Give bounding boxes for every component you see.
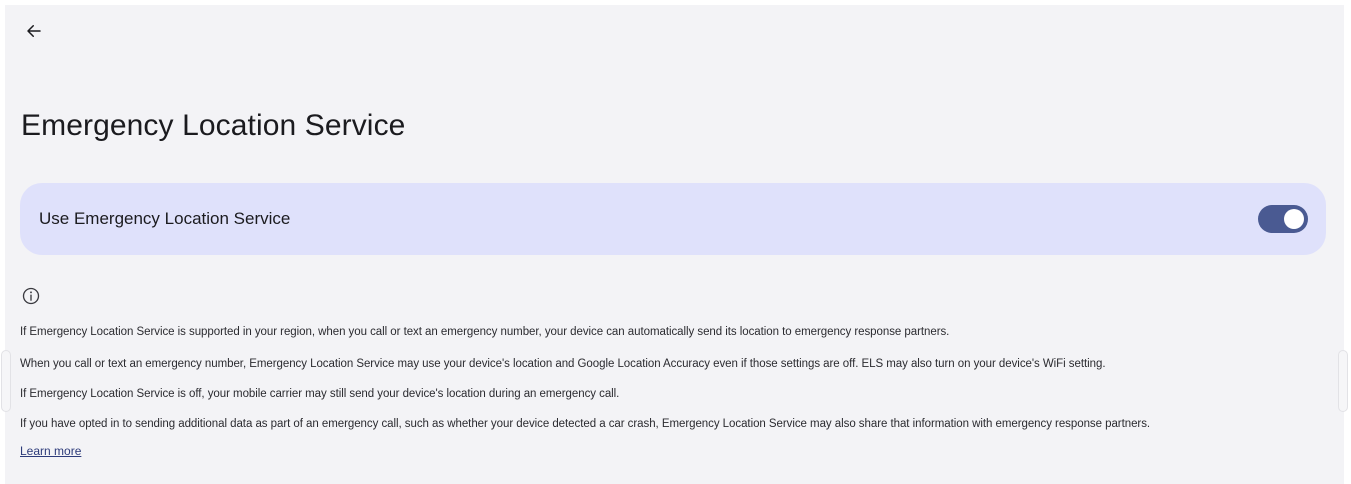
right-edge-handle[interactable] <box>1338 350 1348 412</box>
info-paragraph: If Emergency Location Service is support… <box>20 326 950 338</box>
use-els-label: Use Emergency Location Service <box>39 209 291 228</box>
settings-screen: Emergency Location Service Use Emergency… <box>1 5 1348 484</box>
info-paragraph: If you have opted in to sending addition… <box>20 418 1151 430</box>
toggle-thumb <box>1284 209 1304 229</box>
use-els-setting-row[interactable]: Use Emergency Location Service <box>20 183 1326 255</box>
arrow-back-icon <box>27 25 41 37</box>
use-els-toggle[interactable] <box>1258 205 1308 233</box>
page-title: Emergency Location Service <box>21 109 406 142</box>
learn-more-link[interactable]: Learn more <box>20 444 81 458</box>
left-edge-handle[interactable] <box>1 350 11 412</box>
info-paragraph: If Emergency Location Service is off, yo… <box>20 388 620 400</box>
back-button[interactable] <box>20 17 48 45</box>
info-icon <box>22 287 40 305</box>
info-paragraph: When you call or text an emergency numbe… <box>20 358 1106 370</box>
